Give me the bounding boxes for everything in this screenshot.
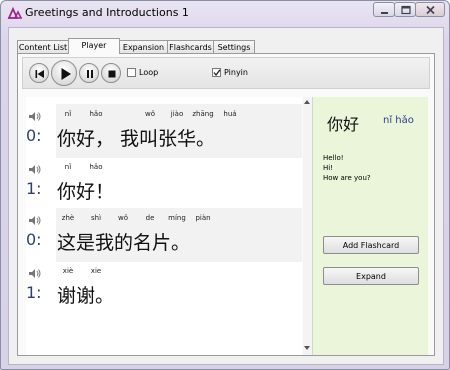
maximize-icon (401, 5, 411, 15)
tab-player[interactable]: Player (68, 38, 120, 54)
speaker-icon[interactable] (28, 215, 41, 226)
add-flashcard-button[interactable]: Add Flashcard (323, 236, 419, 254)
pinyin-checkbox-box[interactable] (212, 68, 221, 77)
speaker-number: 0: (26, 126, 42, 145)
pause-icon (87, 70, 93, 78)
expand-button[interactable]: Expand (323, 267, 419, 285)
tab-expansion[interactable]: Expansion (119, 40, 168, 54)
pinyin-syllable: zhè (61, 214, 75, 222)
pause-button[interactable] (79, 63, 99, 83)
maximize-button[interactable] (394, 2, 416, 17)
translation-line: Hi! (323, 164, 334, 172)
window-title: Greetings and Introductions 1 (25, 6, 189, 19)
stop-icon (108, 70, 116, 78)
minimize-button[interactable] (373, 2, 395, 17)
sentence-hanzi[interactable]: 你好， 我叫张华。 (57, 124, 215, 151)
scroll-down-arrow-icon[interactable] (304, 346, 310, 350)
detail-hanzi: 你好 (327, 115, 360, 134)
app-icon (7, 5, 23, 19)
sentence-hanzi[interactable]: 你好！ (57, 177, 114, 204)
tab-content-list[interactable]: Content List (17, 40, 69, 54)
client-area: Content List Player Expansion Flashcards… (8, 27, 444, 365)
play-icon (61, 68, 71, 80)
word-detail-panel: 你好 nǐ hǎo Hello! Hi! How are you? Add Fl… (312, 97, 428, 355)
pinyin-syllable: zhāng (192, 110, 214, 118)
speaker-icon[interactable] (28, 164, 41, 175)
pinyin-label: Pinyin (224, 68, 248, 77)
sentence-list: 0: nǐ hǎo wǒ jiào zhāng huá 你好， 我叫张华。 1:… (26, 97, 302, 355)
tab-settings[interactable]: Settings (213, 40, 255, 54)
scroll-up-arrow-icon[interactable] (304, 100, 310, 104)
speaker-icon[interactable] (28, 111, 41, 122)
sentence-hanzi[interactable]: 这是我的名片。 (57, 228, 190, 255)
pinyin-syllable: xiè (62, 267, 74, 275)
sentence-hanzi[interactable]: 谢谢。 (57, 281, 114, 308)
pinyin-syllable: de (145, 214, 155, 222)
playback-toolbar: Loop Pinyin (22, 57, 430, 89)
stop-button[interactable] (101, 63, 121, 83)
pinyin-syllable: huá (223, 110, 237, 118)
sentence-row[interactable]: 1: nǐ hǎo 你好！ (26, 157, 302, 211)
loop-checkbox-box[interactable] (127, 68, 136, 77)
pinyin-syllable: hǎo (89, 163, 103, 171)
tab-flashcards[interactable]: Flashcards (167, 40, 214, 54)
speaker-number: 1: (26, 179, 42, 198)
pinyin-syllable: xie (90, 267, 102, 275)
minimize-icon (381, 12, 388, 14)
checkmark-icon (213, 69, 221, 77)
close-button[interactable] (415, 2, 445, 17)
pinyin-syllable: jiào (170, 110, 184, 118)
sentence-row[interactable]: 0: nǐ hǎo wǒ jiào zhāng huá 你好， 我叫张华。 (26, 104, 302, 158)
sentence-row[interactable]: 0: zhè shì wǒ de míng piàn 这是我的名片。 (26, 208, 302, 262)
pinyin-syllable: shì (90, 214, 102, 222)
rewind-icon (35, 70, 44, 78)
pinyin-syllable: hǎo (89, 110, 103, 118)
close-icon (426, 5, 435, 15)
speaker-number: 1: (26, 283, 42, 302)
speaker-number: 0: (26, 230, 42, 249)
speaker-icon[interactable] (28, 268, 41, 279)
translation-line: How are you? (323, 174, 371, 182)
pinyin-syllable: míng (168, 214, 186, 222)
detail-pinyin: nǐ hǎo (383, 115, 414, 126)
title-bar[interactable]: Greetings and Introductions 1 (1, 1, 449, 25)
sentence-row[interactable]: 1: xiè xie 谢谢。 (26, 261, 302, 315)
pinyin-syllable: nǐ (64, 163, 72, 171)
translation-line: Hello! (323, 154, 344, 162)
detail-translations: Hello! Hi! How are you? (323, 153, 371, 183)
rewind-button[interactable] (29, 63, 49, 83)
pinyin-syllable: nǐ (64, 110, 72, 118)
pinyin-syllable: wǒ (144, 110, 156, 118)
pinyin-syllable: piàn (195, 214, 211, 222)
sentence-scrollbar[interactable] (303, 97, 312, 355)
player-panel: Loop Pinyin 0: nǐ hǎo wǒ jiào zhāng huá … (17, 53, 435, 356)
play-button[interactable] (51, 60, 77, 86)
app-window: Greetings and Introductions 1 Content Li… (0, 0, 450, 370)
pinyin-syllable: wǒ (117, 214, 129, 222)
loop-label: Loop (139, 68, 159, 77)
